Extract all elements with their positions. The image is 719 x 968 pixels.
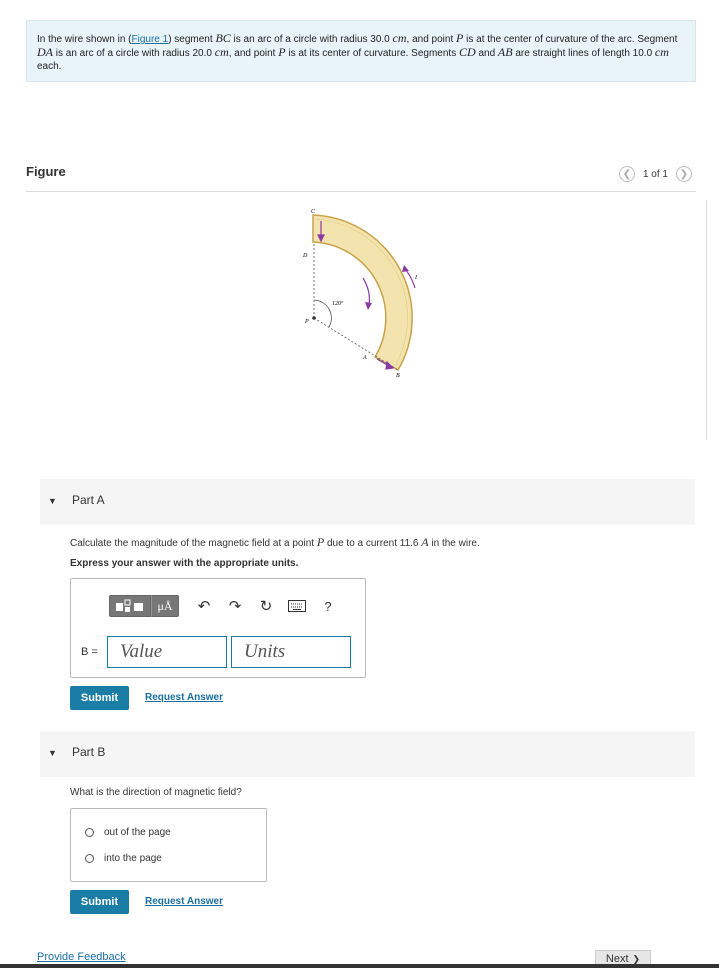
answer-toolbar: μÅ ↶ ↷ ↻ ?	[109, 595, 339, 617]
pager-text: 1 of 1	[642, 168, 668, 180]
segment-bc: BC	[215, 31, 231, 45]
problem-text: ) segment	[168, 34, 216, 45]
divider	[706, 200, 707, 440]
choice-box: out of the page into the page	[70, 808, 267, 882]
problem-text: is an arc of a circle with radius 30.0	[230, 34, 393, 45]
problem-text: is at its center of curvature. Segments	[285, 48, 459, 59]
problem-statement: In the wire shown in (Figure 1) segment …	[26, 20, 696, 82]
segment-ab: AB	[497, 45, 513, 59]
problem-text: is an arc of a circle with radius 20.0	[53, 48, 215, 59]
part-a-title: Part A	[72, 493, 105, 507]
b-label: B =	[81, 646, 98, 658]
part-a-request-answer-link[interactable]: Request Answer	[145, 692, 223, 703]
reset-icon[interactable]: ↻	[255, 595, 277, 617]
radio-button[interactable]	[85, 854, 94, 863]
unit-cm: cm	[654, 45, 669, 59]
part-b-submit-button[interactable]: Submit	[70, 890, 129, 914]
label-c: C	[311, 209, 316, 215]
point-p-dot	[312, 316, 316, 320]
current-arrow-icon	[365, 302, 372, 310]
angle-label: 120°	[332, 300, 344, 307]
help-button[interactable]: ?	[317, 595, 339, 617]
unit-cm: cm	[214, 45, 229, 59]
part-a-header[interactable]: ▼ Part A	[40, 479, 695, 525]
keyboard-icon[interactable]	[286, 595, 308, 617]
wire-shape	[312, 214, 413, 372]
unit-cm: cm	[392, 31, 407, 45]
part-b-title: Part B	[72, 745, 106, 759]
figure-link[interactable]: Figure 1	[132, 34, 169, 45]
redo-icon[interactable]: ↷	[224, 595, 246, 617]
question-text: in the wire.	[428, 538, 480, 549]
radio-button[interactable]	[85, 828, 94, 837]
chevron-left-icon[interactable]: ❮	[618, 166, 635, 182]
segment-cd: CD	[459, 45, 476, 59]
answer-box: μÅ ↶ ↷ ↻ ? B =	[70, 578, 366, 678]
option-label: out of the page	[104, 827, 171, 838]
problem-text: each.	[37, 61, 62, 72]
part-b-header[interactable]: ▼ Part B	[40, 731, 695, 777]
question-text: Calculate the magnitude of the magnetic …	[70, 538, 317, 549]
keyboard-glyph	[288, 600, 306, 612]
label-a: A	[362, 355, 367, 361]
caret-down-icon[interactable]: ▼	[48, 496, 57, 506]
chevron-right-icon: ❯	[632, 953, 641, 964]
problem-text: , and point	[406, 34, 457, 45]
figure-pager: ❮ 1 of 1 ❯	[618, 166, 692, 182]
chevron-right-icon[interactable]: ❯	[676, 166, 692, 182]
problem-text: is at the center of curvature of the arc…	[463, 34, 678, 45]
question-text: due to a current 11.6	[324, 538, 422, 549]
templates-glyph	[116, 599, 143, 612]
provide-feedback-link[interactable]: Provide Feedback	[37, 951, 126, 963]
current-arrow-icon	[362, 277, 370, 306]
units-input[interactable]	[231, 636, 351, 668]
segment-da: DA	[37, 45, 53, 59]
part-a-question: Calculate the magnitude of the magnetic …	[70, 535, 480, 550]
units-button[interactable]: μÅ	[151, 595, 179, 617]
label-i: I	[414, 275, 418, 281]
current-arrow-icon	[402, 265, 409, 272]
problem-text: and	[475, 48, 498, 59]
problem-text: In the wire shown in (	[37, 34, 132, 45]
undo-icon[interactable]: ↶	[193, 595, 215, 617]
bottom-bar	[0, 964, 719, 968]
value-input[interactable]	[107, 636, 227, 668]
figure-title: Figure	[26, 164, 66, 179]
angle-arc	[313, 299, 332, 328]
problem-text: , and point	[228, 48, 279, 59]
answer-input-row: B =	[81, 636, 351, 668]
problem-text: are straight lines of length 10.0	[512, 48, 655, 59]
figure-area: C D P A B I 120°	[26, 193, 696, 478]
part-a-instruction: Express your answer with the appropriate…	[70, 558, 299, 569]
label-d: D	[302, 253, 308, 259]
templates-icon[interactable]	[109, 595, 151, 617]
option-into-page[interactable]: into the page	[85, 853, 162, 864]
unit-a: A	[421, 535, 429, 549]
part-a-submit-button[interactable]: Submit	[70, 686, 129, 710]
part-b-question: What is the direction of magnetic field?	[70, 787, 242, 798]
caret-down-icon[interactable]: ▼	[48, 748, 57, 758]
part-b-request-answer-link[interactable]: Request Answer	[145, 896, 223, 907]
label-b: B	[396, 373, 400, 379]
point-p: P	[278, 45, 286, 59]
option-label: into the page	[104, 853, 162, 864]
figure-header: Figure ❮ 1 of 1 ❯	[26, 160, 696, 192]
label-p: P	[304, 319, 309, 325]
option-out-of-page[interactable]: out of the page	[85, 827, 171, 838]
wire-diagram: C D P A B I 120°	[302, 209, 418, 379]
